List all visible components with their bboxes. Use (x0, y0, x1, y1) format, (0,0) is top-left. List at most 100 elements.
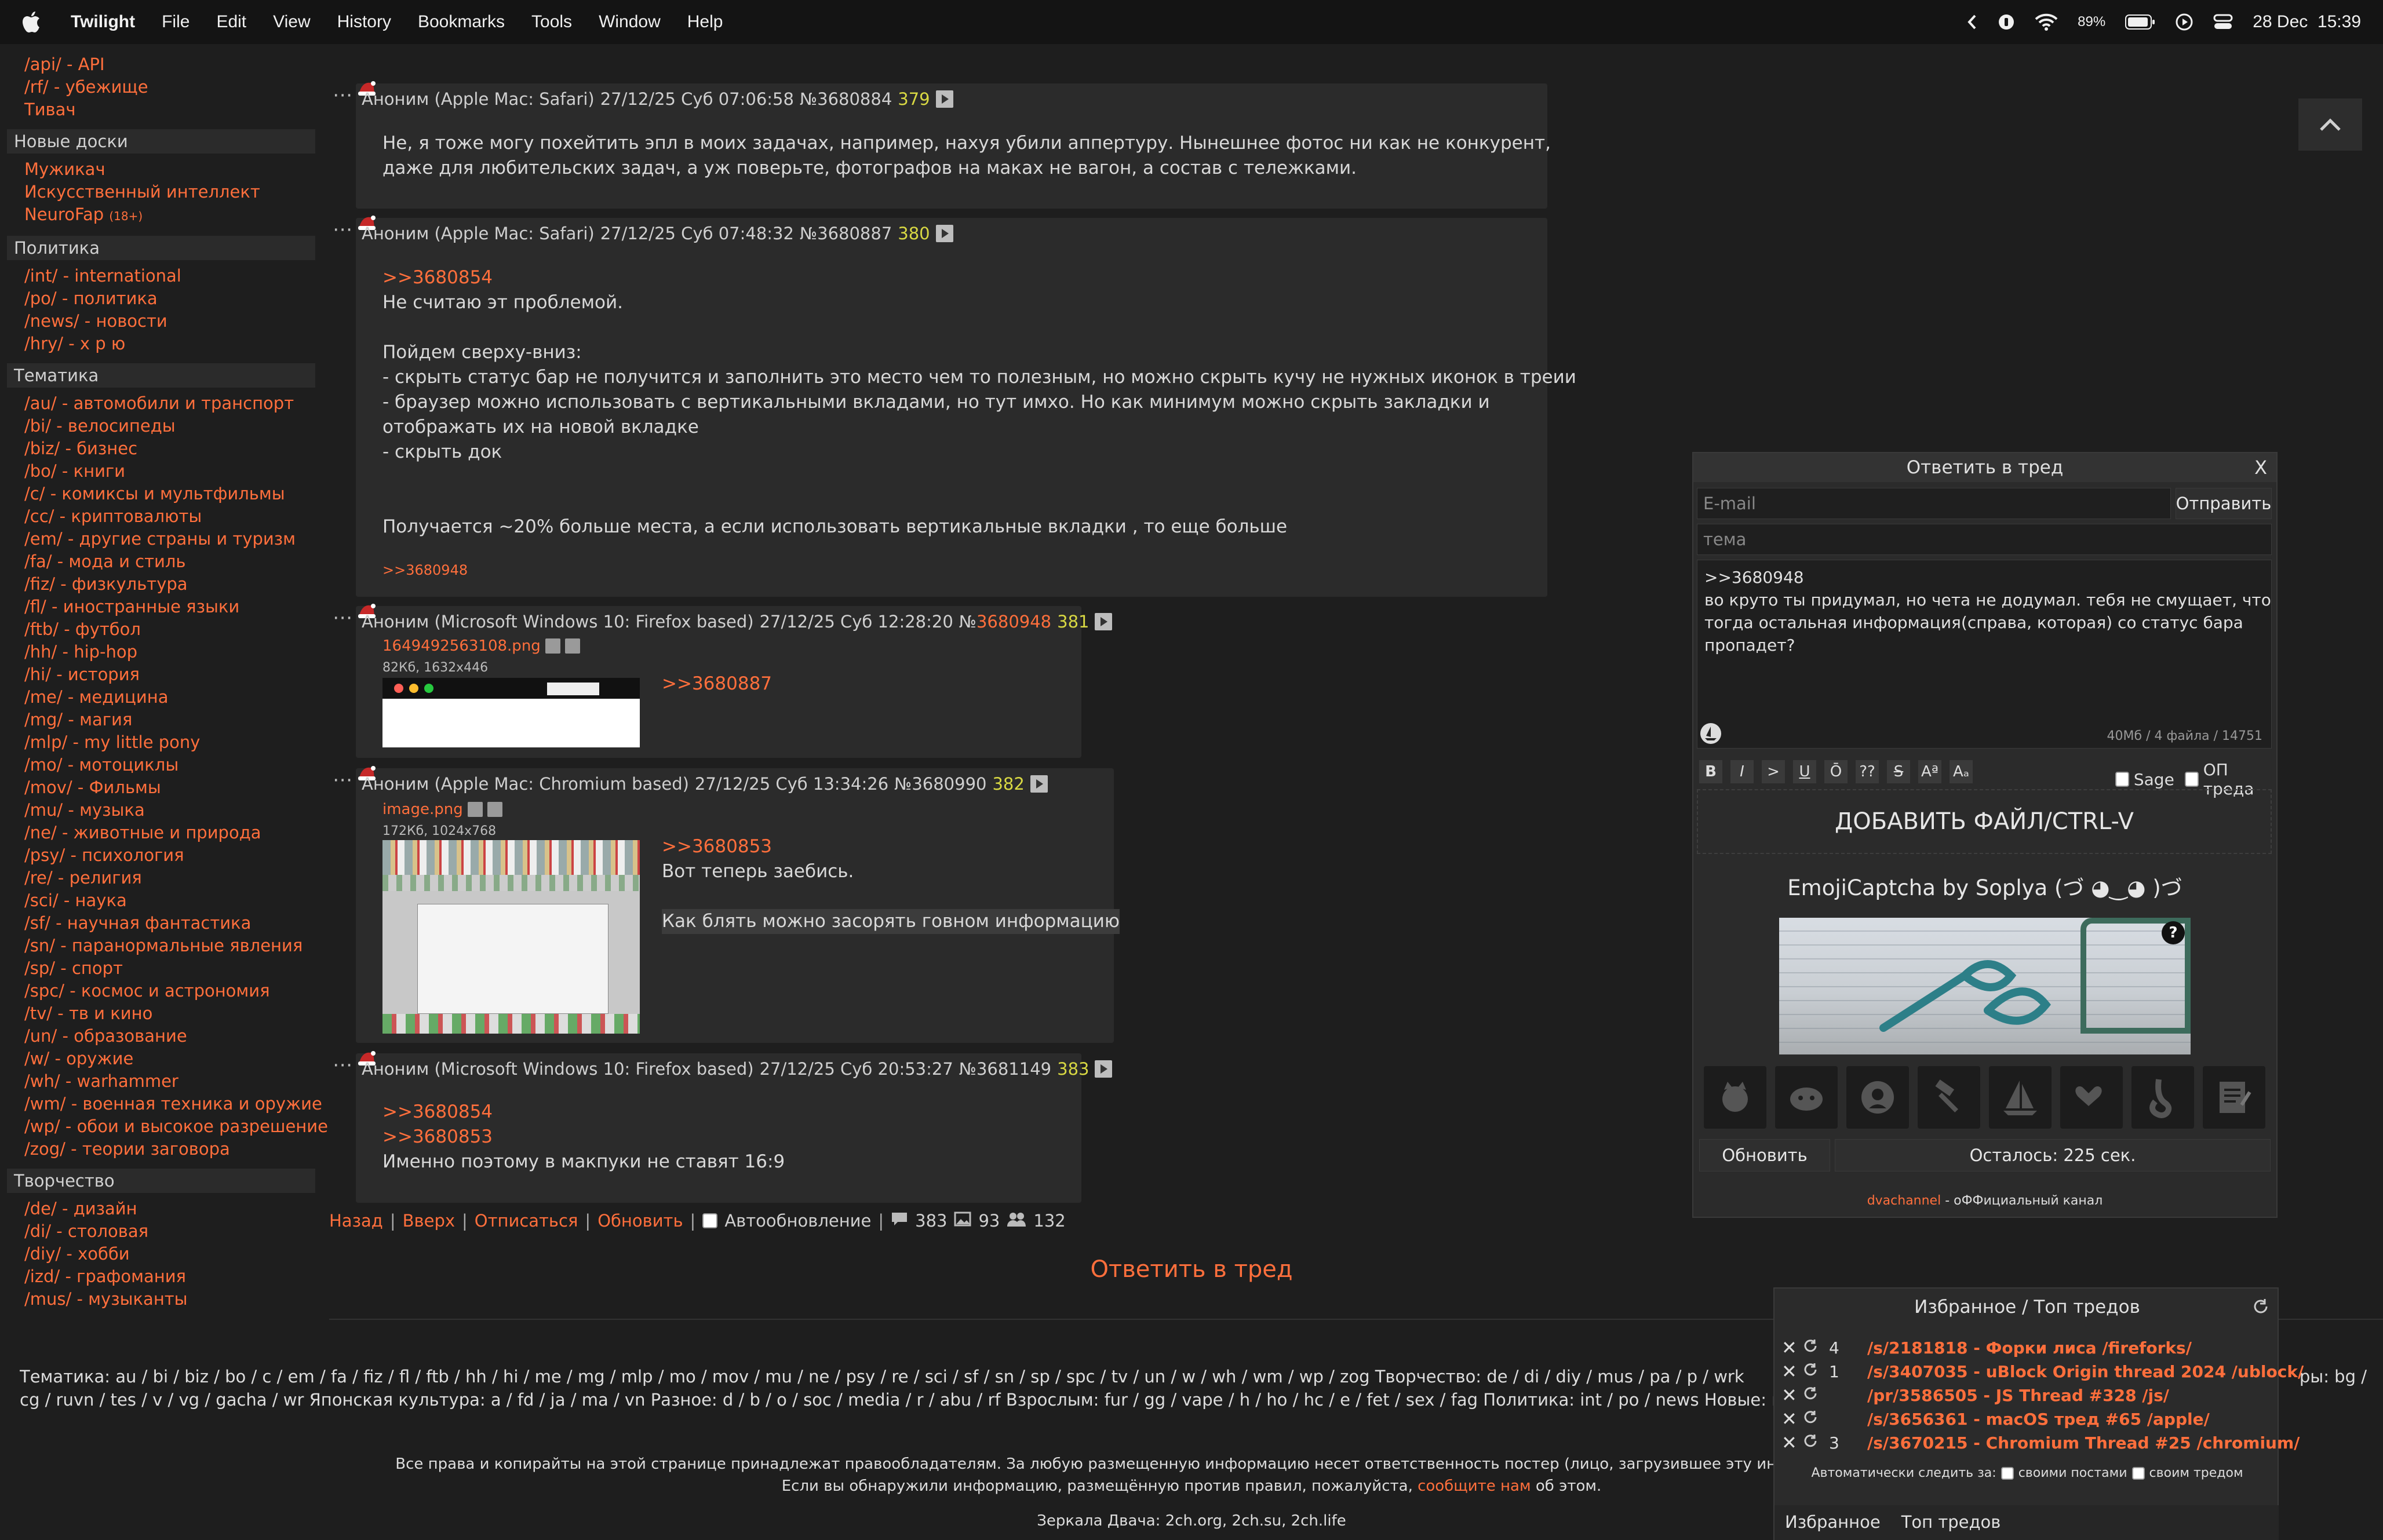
play-icon[interactable] (1095, 1060, 1113, 1078)
play-icon[interactable] (935, 90, 953, 108)
remove-icon[interactable]: ✕ (1781, 1360, 1798, 1382)
op-checkbox[interactable] (2184, 772, 2199, 787)
sidebar-item[interactable]: /psy/ - психология (0, 844, 325, 867)
sidebar-item[interactable]: Мужикач (0, 158, 325, 181)
menu-view[interactable]: View (273, 12, 310, 32)
reload-icon[interactable] (1802, 1433, 1825, 1453)
menu-app-name[interactable]: Twilight (71, 12, 135, 32)
sidebar-item[interactable]: /hh/ - hip-hop (0, 641, 325, 663)
file-link[interactable]: 1649492563108.png (382, 637, 580, 655)
search-image-icon[interactable] (467, 802, 483, 817)
sidebar-item[interactable]: /sci/ - наука (0, 889, 325, 912)
quote-button[interactable]: > (1762, 760, 1785, 783)
sidebar-item[interactable]: /hry/ - х р ю (0, 333, 325, 355)
captcha-emoji-button[interactable] (2131, 1066, 2194, 1129)
favorite-thread-link[interactable]: /pr/3586505 - JS Thread #328 /js/ (1867, 1386, 2169, 1405)
sidebar-item[interactable]: /zog/ - теории заговора (0, 1138, 325, 1161)
scroll-up-button[interactable] (2298, 98, 2362, 151)
add-file-dropzone[interactable]: ДОБАВИТЬ ФАЙЛ/CTRL-V (1697, 789, 2272, 854)
sidebar-item[interactable]: /sf/ - научная фантастика (0, 912, 325, 935)
sidebar-item[interactable]: /di/ - столовая (0, 1220, 325, 1243)
captcha-emoji-button[interactable] (2060, 1066, 2123, 1129)
chevron-left-icon[interactable] (1966, 13, 1978, 31)
sidebar-item[interactable]: /int/ - international (0, 265, 325, 287)
sidebar-item[interactable]: /mov/ - Фильмы (0, 776, 325, 799)
file-name[interactable]: 1649492563108.png (382, 637, 541, 655)
captcha-emoji-button[interactable] (1989, 1066, 2052, 1129)
sidebar-item[interactable]: /mlp/ - my little pony (0, 731, 325, 754)
own-thread-checkbox[interactable] (2131, 1466, 2145, 1480)
refresh-icon[interactable] (2252, 1298, 2269, 1320)
sidebar-item[interactable]: /biz/ - бизнес (0, 437, 325, 460)
post-menu-icon[interactable]: ⋯ (333, 768, 354, 791)
post-menu-icon[interactable]: ⋯ (333, 83, 354, 107)
remove-icon[interactable]: ✕ (1781, 1384, 1798, 1406)
sidebar-item[interactable]: /bo/ - книги (0, 460, 325, 483)
favorite-thread-link[interactable]: /s/3670215 - Chromium Thread #25 /chromi… (1867, 1433, 2300, 1453)
captcha-emoji-button[interactable] (1846, 1066, 1909, 1129)
report-link[interactable]: сообщите нам (1418, 1477, 1531, 1495)
sidebar-item[interactable]: /fl/ - иностранные языки (0, 596, 325, 618)
captcha-emoji-button[interactable] (1704, 1066, 1766, 1129)
email-field[interactable]: E-mail (1697, 488, 2171, 519)
sidebar-item[interactable]: /sn/ - паранормальные явления (0, 935, 325, 957)
play-icon[interactable] (1095, 613, 1113, 630)
sidebar-item[interactable]: /wh/ - warhammer (0, 1070, 325, 1093)
menu-file[interactable]: File (162, 12, 190, 32)
sidebar-item[interactable]: /ne/ - животные и природа (0, 822, 325, 844)
reply-link[interactable]: >>3680853 (662, 834, 1120, 859)
post-number[interactable]: №3680948 (959, 612, 1051, 632)
remove-icon[interactable]: ✕ (1781, 1408, 1798, 1430)
tab-top-threads[interactable]: Топ тредов (1891, 1505, 2012, 1540)
boards-line-text[interactable]: cg / ruvn / tes / v / vg / gacha / wr Яп… (20, 1390, 1798, 1410)
sidebar-item[interactable]: /hi/ - история (0, 663, 325, 686)
post-menu-icon[interactable]: ⋯ (333, 606, 354, 629)
wifi-icon[interactable] (2035, 13, 2058, 31)
control-center-icon[interactable] (2213, 13, 2233, 31)
reply-link[interactable]: >>3680854 (382, 265, 1576, 290)
favorite-thread-link[interactable]: /s/3656361 - macOS тред #65 /apple/ (1867, 1410, 2210, 1429)
reply-link[interactable]: >>3680887 (662, 673, 772, 694)
bold-button[interactable]: B (1699, 760, 1722, 783)
captcha-emoji-button[interactable] (1918, 1066, 1980, 1129)
boards-line-tail[interactable]: ры: bg / (2299, 1365, 2367, 1388)
menu-edit[interactable]: Edit (216, 12, 246, 32)
unsubscribe-link[interactable]: Отписаться (475, 1211, 578, 1231)
clock[interactable]: 28 Dec 15:39 (2253, 12, 2361, 32)
sidebar-item[interactable]: NeuroFap (18+) (0, 203, 325, 228)
captcha-emoji-button[interactable] (1775, 1066, 1838, 1129)
reload-icon[interactable] (1802, 1338, 1825, 1358)
backlink[interactable]: >>3680948 (382, 562, 468, 578)
post-menu-icon[interactable]: ⋯ (333, 218, 354, 241)
own-posts-checkbox[interactable] (2001, 1466, 2014, 1480)
reply-form-titlebar[interactable]: Ответить в тред X (1693, 453, 2276, 482)
post-number[interactable]: №3681149 (959, 1059, 1051, 1079)
message-textarea[interactable]: >>3680948 во круто ты придумал, но чета … (1697, 560, 2272, 749)
sidebar-item[interactable]: /re/ - религия (0, 867, 325, 889)
sidebar-item[interactable]: /mg/ - магия (0, 709, 325, 731)
sidebar-item[interactable]: /bi/ - велосипеды (0, 415, 325, 437)
sidebar-item[interactable]: /wm/ - военная техника и оружие (0, 1093, 325, 1115)
strike-button[interactable]: S (1887, 760, 1910, 783)
reply-thread-link[interactable]: Ответить в тред (0, 1256, 2383, 1283)
menu-tools[interactable]: Tools (531, 12, 572, 32)
captcha-refresh-button[interactable]: Обновить (1699, 1139, 1830, 1172)
sidebar-item[interactable]: /cc/ - криптовалюты (0, 505, 325, 528)
apple-icon[interactable] (22, 12, 43, 32)
play-icon[interactable] (935, 225, 953, 242)
download-icon[interactable] (487, 802, 502, 817)
menu-help[interactable]: Help (687, 12, 723, 32)
back-link[interactable]: Назад (329, 1211, 383, 1231)
play-circle-icon[interactable] (2175, 13, 2193, 31)
boards-line-text[interactable]: Тематика: au / bi / biz / bo / c / em / … (20, 1367, 1744, 1386)
reload-icon[interactable] (1802, 1385, 1825, 1406)
channel-link[interactable]: dvachannel (1867, 1194, 1941, 1208)
menu-history[interactable]: History (337, 12, 391, 32)
sidebar-item[interactable]: /un/ - образование (0, 1025, 325, 1048)
file-name[interactable]: image.png (382, 801, 463, 818)
sidebar-item[interactable]: /wp/ - обои и высокое разрешение (0, 1115, 328, 1138)
sidebar-item[interactable]: Искусственный интеллект (0, 181, 325, 203)
subscript-button[interactable]: Aₐ (1950, 760, 1973, 783)
reload-icon[interactable] (1802, 1409, 1825, 1429)
subject-field[interactable]: тема (1697, 524, 2272, 555)
